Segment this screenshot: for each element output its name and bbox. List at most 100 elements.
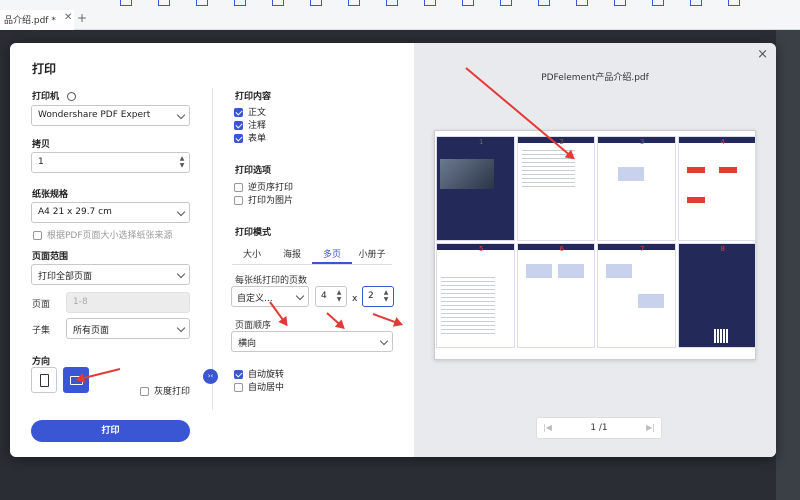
auto-center-checkbox[interactable] [234, 383, 243, 392]
print-as-image-option[interactable]: 打印为图片 [234, 193, 293, 206]
app-right-edge [776, 30, 800, 500]
content-text-checkbox[interactable] [234, 108, 243, 117]
content-forms-label: 表单 [248, 134, 267, 144]
preview-page: 7 [597, 243, 676, 348]
toolbar-icon[interactable] [310, 0, 322, 6]
last-page-icon[interactable]: ▶| [646, 423, 655, 432]
orientation-label: 方向 [32, 357, 51, 367]
print-settings-left: 打印机 Wondershare PDF Expert 拷贝 1 ▲ ▼ 纸张规格 … [10, 43, 210, 457]
toolbar-icon[interactable] [576, 0, 588, 6]
grayscale-option[interactable]: 灰度打印 [140, 384, 190, 397]
rows-stepper[interactable]: 2 ▲ ▼ [362, 286, 394, 307]
auto-rotate-option[interactable]: 自动旋转 [234, 367, 284, 380]
page-number: 5 [479, 245, 484, 253]
content-forms-checkbox[interactable] [234, 134, 243, 143]
chevron-down-icon [176, 323, 186, 333]
auto-rotate-checkbox[interactable] [234, 370, 243, 379]
print-mode-label: 打印模式 [235, 228, 272, 238]
print-as-image-checkbox[interactable] [234, 196, 243, 205]
copies-stepper[interactable]: 1 ▲ ▼ [31, 152, 190, 173]
pages-input-placeholder: 1-8 [73, 297, 88, 307]
auto-paper-source-label: 根据PDF页面大小选择纸张来源 [47, 231, 173, 241]
toolbar-icon[interactable] [614, 0, 626, 6]
annotation-arrow [372, 313, 402, 326]
chevron-down-icon [176, 269, 186, 279]
chevron-down-icon [176, 110, 186, 120]
tab-booklet[interactable]: 小册子 [352, 247, 392, 264]
preview-page: 2 [516, 136, 595, 241]
preview-page: 4 [677, 136, 756, 241]
chevron-down-icon [295, 291, 305, 301]
stepper-arrows-icon[interactable]: ▲ ▼ [335, 289, 343, 303]
reverse-order-label: 逆页序打印 [248, 183, 294, 193]
document-tab-title: 品介绍.pdf * [4, 16, 56, 26]
auto-paper-source-checkbox[interactable] [33, 231, 42, 240]
auto-paper-source-option[interactable]: 根据PDF页面大小选择纸张来源 [33, 228, 173, 241]
auto-center-option[interactable]: 自动居中 [234, 380, 284, 393]
toolbar-icon[interactable] [500, 0, 512, 6]
toolbar-icon[interactable] [424, 0, 436, 6]
paper-size-select[interactable]: A4 21 x 29.7 cm [31, 202, 190, 223]
pages-input[interactable]: 1-8 [66, 292, 190, 313]
tab-size[interactable]: 大小 [232, 247, 272, 264]
preview-page: 1 [436, 136, 515, 241]
close-icon[interactable]: × [757, 47, 768, 62]
page-order-select[interactable]: 横向 [231, 331, 393, 352]
paper-size-value: A4 21 x 29.7 cm [38, 207, 112, 217]
preview-page-grid: 1 2 3 4 5 6 7 8 [436, 136, 756, 348]
gear-icon[interactable] [67, 92, 77, 101]
toolbar-icon[interactable] [158, 0, 170, 6]
chevron-down-icon [379, 336, 389, 346]
reverse-order-option[interactable]: 逆页序打印 [234, 180, 293, 193]
print-mode-tabs: 大小 海报 多页 小册子 [232, 247, 392, 265]
toolbar-icon[interactable] [652, 0, 664, 6]
printer-select[interactable]: Wondershare PDF Expert [31, 105, 190, 126]
toolbar-icon[interactable] [728, 0, 740, 6]
stepper-arrows-icon[interactable]: ▲ ▼ [178, 155, 186, 169]
printer-label-text: 打印机 [32, 92, 60, 102]
portrait-button[interactable] [31, 367, 57, 393]
print-button[interactable]: 打印 [31, 420, 190, 442]
tab-close-icon[interactable]: ✕ [64, 12, 72, 23]
auto-center-label: 自动居中 [248, 383, 285, 393]
subset-value: 所有页面 [73, 326, 110, 336]
document-tab[interactable]: 品介绍.pdf * [0, 10, 74, 30]
toolbar-icons [120, 0, 740, 8]
content-annotations-option[interactable]: 注释 [234, 118, 266, 131]
reverse-order-checkbox[interactable] [234, 183, 243, 192]
content-forms-option[interactable]: 表单 [234, 131, 266, 144]
print-content-label: 打印内容 [235, 92, 272, 102]
toolbar-icon[interactable] [462, 0, 474, 6]
collapse-panel-icon[interactable]: ›‹ [203, 369, 218, 384]
page-number: 7 [640, 245, 645, 253]
columns-stepper[interactable]: 4 ▲ ▼ [315, 286, 347, 307]
auto-rotate-label: 自动旋转 [248, 370, 285, 380]
page-number: 3 [640, 138, 645, 146]
toolbar-icon[interactable] [386, 0, 398, 6]
new-tab-icon[interactable]: + [77, 11, 87, 25]
preview-page: 3 [597, 136, 676, 241]
content-text-option[interactable]: 正文 [234, 105, 266, 118]
toolbar-icon[interactable] [234, 0, 246, 6]
toolbar-icon[interactable] [120, 0, 132, 6]
tab-poster[interactable]: 海报 [272, 247, 312, 264]
content-annotations-checkbox[interactable] [234, 121, 243, 130]
subset-select[interactable]: 所有页面 [66, 318, 190, 339]
toolbar-icon[interactable] [272, 0, 284, 6]
pager-status: 1 /1 [590, 423, 608, 433]
toolbar-icon[interactable] [690, 0, 702, 6]
page-range-label: 页面范围 [32, 252, 69, 262]
copies-label: 拷贝 [32, 140, 51, 150]
grayscale-label: 灰度打印 [154, 387, 191, 397]
page-order-value: 横向 [238, 339, 257, 349]
preview-page: 5 [436, 243, 515, 348]
tab-multiple[interactable]: 多页 [312, 247, 352, 264]
toolbar-icon[interactable] [196, 0, 208, 6]
grayscale-checkbox[interactable] [140, 387, 149, 396]
toolbar-icon[interactable] [348, 0, 360, 6]
portrait-icon [40, 374, 49, 387]
page-range-select[interactable]: 打印全部页面 [31, 264, 190, 285]
page-number: 6 [559, 245, 564, 253]
toolbar-icon[interactable] [538, 0, 550, 6]
stepper-arrows-icon[interactable]: ▲ ▼ [382, 289, 390, 303]
